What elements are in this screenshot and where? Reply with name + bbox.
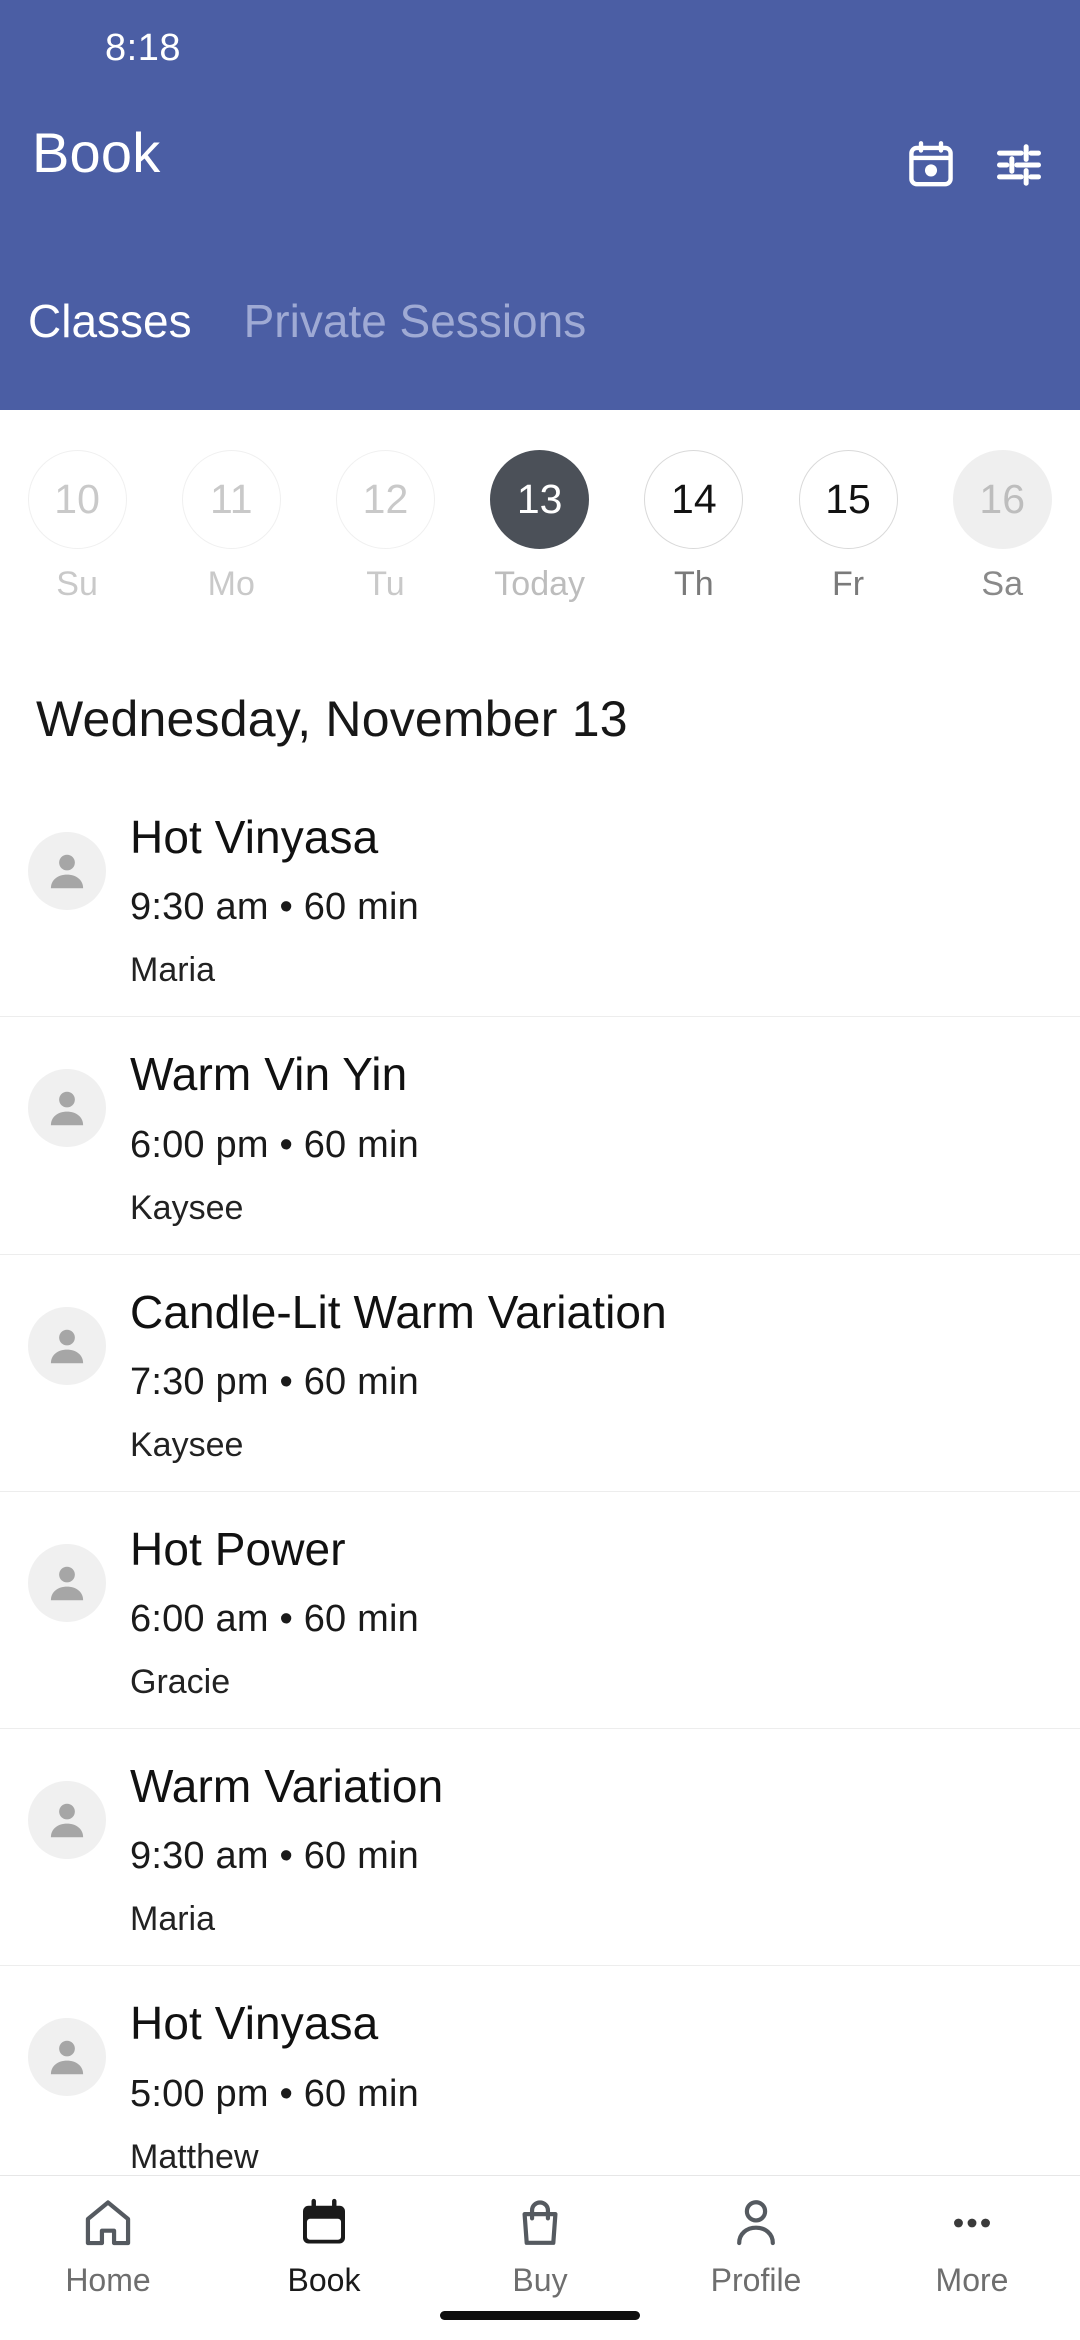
nav-item-profile[interactable]: Profile [648, 2192, 864, 2299]
app-screen: 8:18 Book Classes Private Sessions 10 Su… [0, 0, 1080, 2340]
tab-classes[interactable]: Classes [24, 290, 196, 358]
date-dow-11: Mo [207, 565, 255, 603]
nav-item-more[interactable]: More [864, 2192, 1080, 2299]
nav-label-more: More [935, 2262, 1009, 2298]
class-teacher: Maria [130, 1900, 216, 1939]
date-dow-14: Th [674, 565, 714, 603]
date-pill-14[interactable]: 14 [644, 450, 744, 549]
table-row[interactable]: Candle-Lit Warm Variation 7:30 pm • 60 m… [0, 1255, 1080, 1492]
app-header: 8:18 Book Classes Private Sessions [0, 0, 1080, 410]
class-meta: 6:00 am • 60 min [130, 1598, 419, 1641]
class-info: Hot Vinyasa 5:00 pm • 60 min Matthew [130, 1992, 1056, 2175]
class-info: Candle-Lit Warm Variation 7:30 pm • 60 m… [130, 1281, 1056, 1465]
filter-icon-button[interactable] [990, 136, 1048, 194]
nav-item-buy[interactable]: Buy [432, 2192, 648, 2299]
class-meta: 6:00 pm • 60 min [130, 1123, 419, 1166]
status-bar: 8:18 [0, 0, 1080, 100]
class-teacher: Maria [130, 951, 216, 990]
avatar [28, 1543, 106, 1622]
class-meta: 7:30 pm • 60 min [130, 1360, 419, 1403]
filter-icon [993, 139, 1045, 191]
date-pill-11[interactable]: 11 [181, 450, 281, 549]
date-pill-15[interactable]: 15 [798, 450, 898, 549]
class-name: Hot Power [130, 1522, 346, 1575]
class-name: Warm Variation [130, 1760, 444, 1813]
tab-private-sessions[interactable]: Private Sessions [240, 290, 591, 358]
date-dow-13: Today [494, 565, 586, 603]
date-cell-11[interactable]: 11 Mo [154, 410, 308, 660]
date-strip[interactable]: 10 Su 11 Mo 12 Tu 13 Today 14 Th 15 Fr 1… [0, 410, 1080, 660]
date-cell-13-today[interactable]: 13 Today [463, 410, 617, 660]
date-pill-16[interactable]: 16 [952, 450, 1052, 549]
class-meta: 9:30 am • 60 min [130, 1835, 419, 1878]
table-row[interactable]: Hot Vinyasa 5:00 pm • 60 min Matthew [0, 1966, 1080, 2175]
avatar [28, 1306, 106, 1385]
avatar [28, 1069, 106, 1148]
home-indicator[interactable] [440, 2311, 640, 2320]
date-cell-10[interactable]: 10 Su [0, 410, 154, 660]
table-row[interactable]: Hot Power 6:00 am • 60 min Gracie [0, 1492, 1080, 1730]
class-name: Warm Vin Yin [130, 1048, 408, 1101]
date-cell-12[interactable]: 12 Tu [308, 410, 462, 660]
class-teacher: Matthew [130, 2137, 259, 2175]
date-cell-15[interactable]: 15 Fr [771, 410, 925, 660]
nav-item-home[interactable]: Home [0, 2192, 216, 2299]
nav-label-book: Book [287, 2262, 361, 2298]
person-icon [728, 2192, 784, 2254]
avatar [28, 1781, 106, 1860]
ellipsis-icon [944, 2192, 1000, 2254]
date-pill-10[interactable]: 10 [27, 450, 127, 549]
bag-icon [512, 2192, 568, 2254]
app-bar: Book [0, 100, 1080, 250]
nav-label-profile: Profile [710, 2262, 802, 2298]
calendar-icon [906, 139, 956, 191]
home-icon [80, 2192, 136, 2254]
class-teacher: Kaysee [130, 1188, 244, 1227]
class-meta: 9:30 am • 60 min [130, 886, 419, 929]
date-pill-13[interactable]: 13 [490, 450, 590, 549]
table-row[interactable]: Warm Variation 9:30 am • 60 min Maria [0, 1729, 1080, 1967]
table-row[interactable]: Warm Vin Yin 6:00 pm • 60 min Kaysee [0, 1017, 1080, 1255]
avatar [28, 832, 106, 910]
calendar-icon-button[interactable] [902, 136, 960, 194]
class-info: Warm Variation 9:30 am • 60 min Maria [130, 1755, 1056, 1939]
date-dow-10: Su [56, 565, 98, 603]
class-info: Hot Power 6:00 am • 60 min Gracie [130, 1518, 1056, 1702]
class-info: Hot Vinyasa 9:30 am • 60 min Maria [130, 806, 1056, 990]
nav-item-book[interactable]: Book [216, 2192, 432, 2299]
avatar [28, 2018, 106, 2097]
status-bar-time: 8:18 [105, 27, 181, 69]
table-row[interactable]: Hot Vinyasa 9:30 am • 60 min Maria [0, 780, 1080, 1018]
date-pill-12[interactable]: 12 [335, 450, 435, 549]
date-dow-16: Sa [981, 565, 1024, 603]
nav-label-home: Home [65, 2262, 151, 2298]
class-teacher: Gracie [130, 1663, 231, 1702]
class-meta: 5:00 pm • 60 min [130, 2072, 419, 2115]
date-dow-15: Fr [831, 565, 865, 603]
class-name: Hot Vinyasa [130, 1997, 379, 2050]
nav-label-buy: Buy [512, 2262, 568, 2298]
app-bar-actions [902, 136, 1048, 194]
calendar-icon [296, 2192, 352, 2254]
date-dow-12: Tu [366, 565, 405, 603]
date-cell-14[interactable]: 14 Th [617, 410, 771, 660]
selected-day-title: Wednesday, November 13 [36, 691, 628, 747]
date-cell-16[interactable]: 16 Sa [925, 410, 1079, 660]
header-tabs: Classes Private Sessions [0, 290, 1080, 358]
page-title: Book [32, 121, 161, 184]
class-name: Hot Vinyasa [130, 811, 379, 863]
class-name: Candle-Lit Warm Variation [130, 1285, 667, 1338]
class-teacher: Kaysee [130, 1425, 244, 1464]
class-info: Warm Vin Yin 6:00 pm • 60 min Kaysee [130, 1043, 1056, 1227]
class-list[interactable]: Hot Vinyasa 9:30 am • 60 min Maria Warm … [0, 780, 1080, 2175]
